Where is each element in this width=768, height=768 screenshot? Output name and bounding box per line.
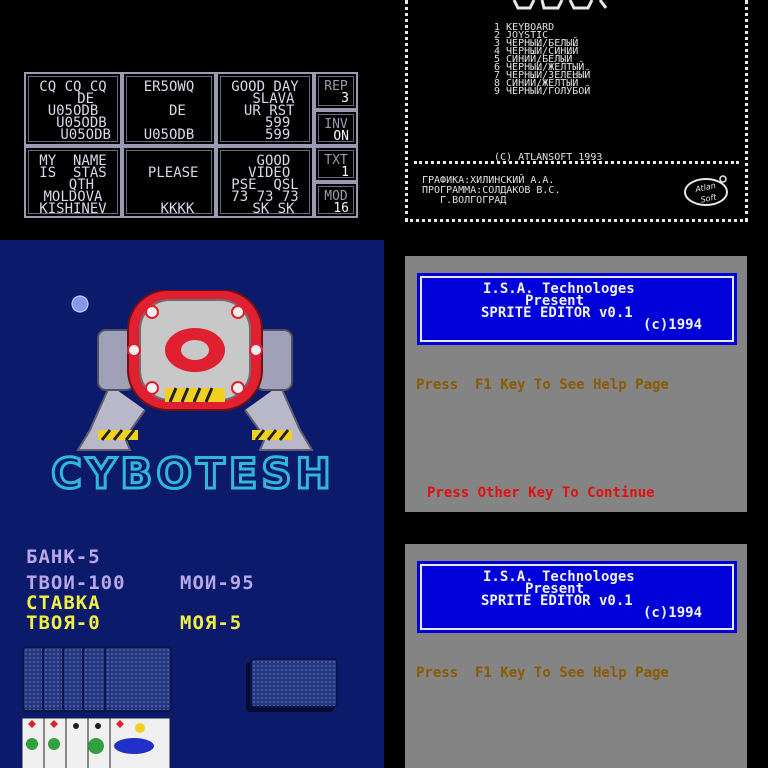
txt-value: 1 (341, 165, 349, 180)
cw-cell-cq-text: CQ CQ CQ DE U05ODB U05ODB U05ODB (28, 76, 118, 142)
product-title: SPRITE EDITOR v0.1 (481, 593, 633, 609)
your-stake-text: ТВОЯ-0 (26, 612, 101, 634)
cw-cell-video[interactable]: GOOD VIDEO PSE QSL 73 73 73 SK SK (216, 146, 314, 218)
my-stake-text: МОЯ-5 (180, 612, 243, 634)
cw-cell-greet-text: GOOD DAY SLAVA UR RST 599 599 (220, 76, 310, 142)
your-money-text: ТВОИ-100 (26, 572, 126, 594)
cw-cell-cq[interactable]: CQ CQ CQ DE U05ODB U05ODB U05ODB (24, 72, 122, 146)
cw-keyer-screen: CQ CQ CQ DE U05ODB U05ODB U05ODB ER5OWQ … (0, 0, 384, 240)
opponent-card (104, 646, 172, 712)
cw-cell-greet[interactable]: GOOD DAY SLAVA UR RST 599 599 (216, 72, 314, 146)
svg-text:CYBOTESH: CYBOTESH (51, 449, 335, 498)
cw-cell-please[interactable]: PLEASE KKKK (122, 146, 216, 218)
cw-cell-call-text: ER5OWQ DE U05ODB (126, 76, 212, 142)
stake-label: СТАВКА (26, 592, 101, 614)
cw-cell-name[interactable]: MY NAME IS STAS QTH MOLDOVA KISHINEV (24, 146, 122, 218)
continue-prompt: Press Other Key To Continue (427, 485, 655, 501)
player-hand[interactable] (22, 718, 172, 768)
cw-cell-please-text: PLEASE KKKK (126, 150, 212, 216)
copyright-year: (c)1994 (643, 605, 703, 621)
sprite-editor-splash-1: I.S.A. Technologes Present SPRITE EDITOR… (405, 256, 747, 512)
mod-value: 16 (333, 201, 349, 216)
txt-setting[interactable]: TXT 1 (314, 146, 358, 182)
dotted-divider (414, 161, 739, 164)
options-menu[interactable]: 1 KEYBOARD 2 JOYSTIC 3 ЧЕРНЫЙ/БЕЛЫЙ 4 ЧЕ… (494, 23, 590, 97)
credits-text: ГРАФИКА:ХИЛИНСКИЙ А.А. ПРОГРАММА:СОЛДАКО… (422, 175, 561, 206)
mod-setting[interactable]: MOD 16 (314, 182, 358, 218)
title-box: I.S.A. Technologes Present SPRITE EDITOR… (417, 561, 737, 633)
rep-value: 3 (341, 91, 349, 106)
copyright-year: (c)1994 (643, 317, 703, 333)
sprite-editor-splash-2: I.S.A. Technologes Present SPRITE EDITOR… (405, 544, 747, 768)
my-money-text: МОИ-95 (180, 572, 255, 594)
title-box: I.S.A. Technologes Present SPRITE EDITOR… (417, 273, 737, 345)
inv-value: ON (333, 129, 349, 144)
robot-sprite (71, 290, 314, 451)
game-title-logo-fragment (512, 0, 608, 10)
help-prompt: Press F1 Key To See Help Page (416, 665, 669, 681)
card-deck[interactable] (250, 658, 338, 708)
cw-cell-name-text: MY NAME IS STAS QTH MOLDOVA KISHINEV (28, 150, 118, 216)
inv-setting[interactable]: INV ON (314, 110, 358, 146)
cw-cell-video-text: GOOD VIDEO PSE QSL 73 73 73 SK SK (220, 150, 310, 216)
product-title: SPRITE EDITOR v0.1 (481, 305, 633, 321)
rep-setting[interactable]: REP 3 (314, 72, 358, 110)
cw-cell-call[interactable]: ER5OWQ DE U05ODB (122, 72, 216, 146)
atlansoft-menu-screen: 1 KEYBOARD 2 JOYSTIC 3 ЧЕРНЫЙ/БЕЛЫЙ 4 ЧЕ… (405, 0, 748, 222)
cybotesh-game-screen: CYBOTESH БАНК-5 ТВОИ-100 МОИ-95 СТАВКА Т… (0, 240, 384, 768)
bank-text: БАНК-5 (26, 546, 101, 568)
cybotesh-title: CYBOTESH (50, 448, 335, 498)
atlansoft-logo-icon: Atlan Soft (684, 175, 728, 206)
help-prompt: Press F1 Key To See Help Page (416, 377, 669, 393)
